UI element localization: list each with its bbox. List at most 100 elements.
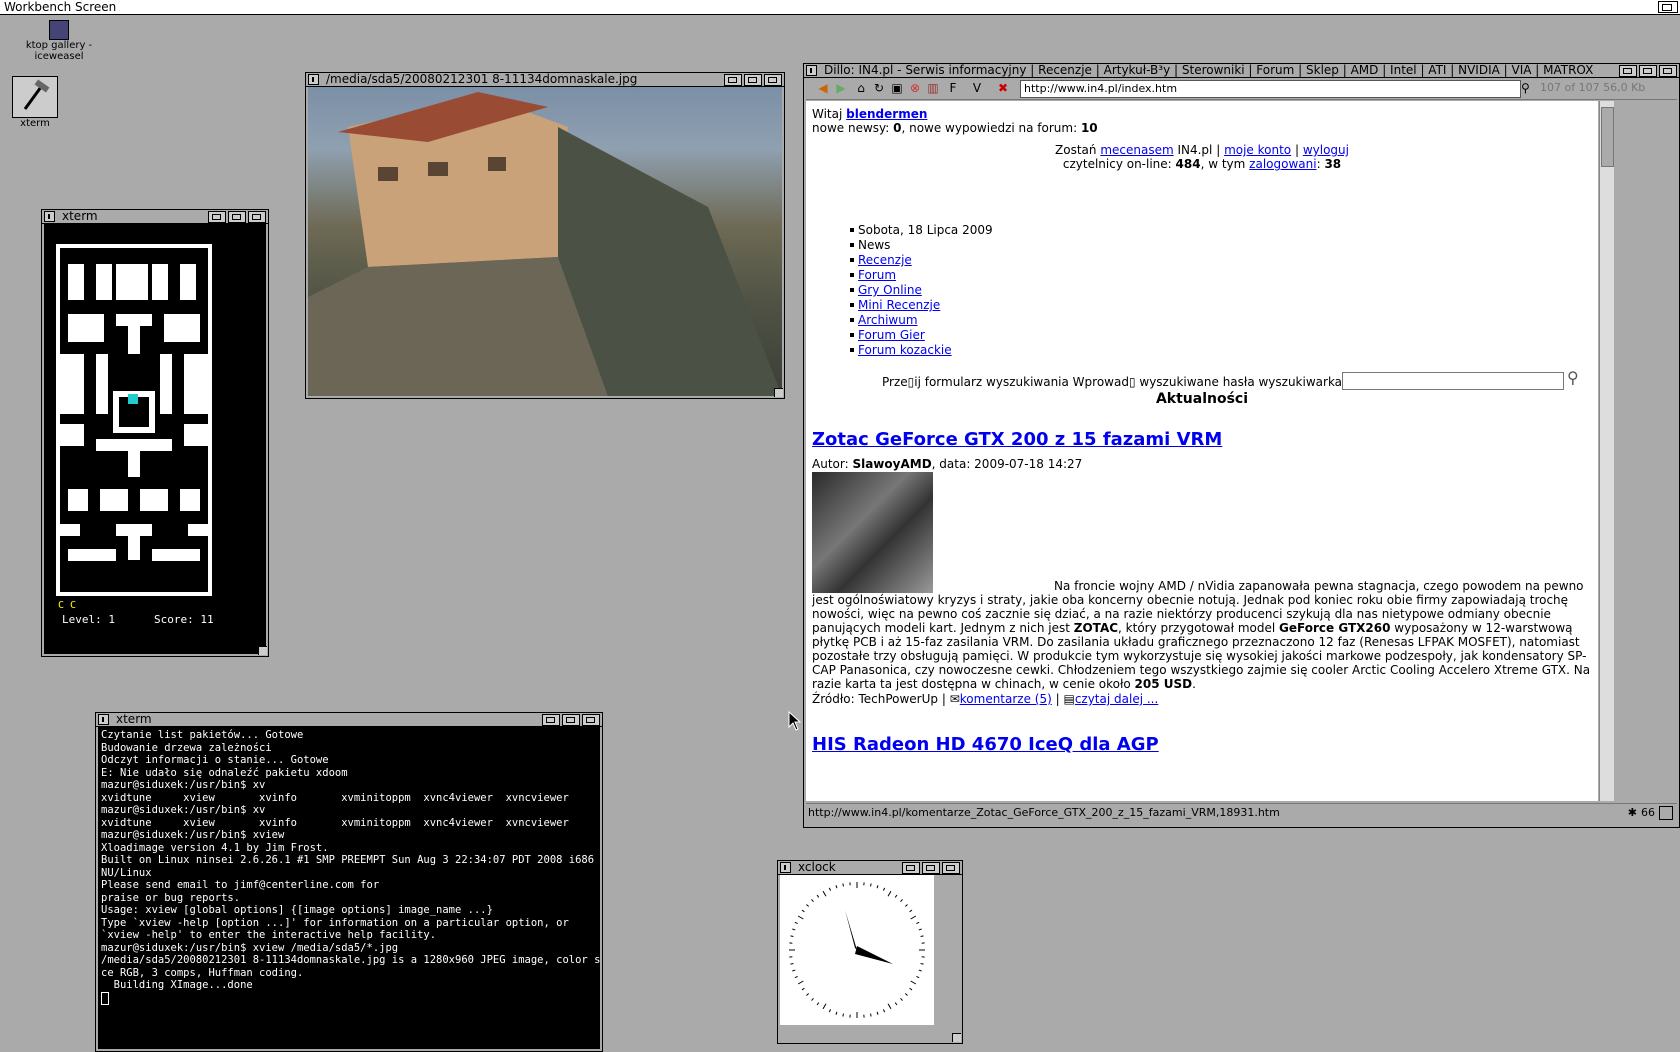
iconify-button[interactable] xyxy=(902,862,920,874)
next-article-title[interactable]: HIS Radeon HD 4670 IceQ dla AGP xyxy=(812,734,1592,756)
nav-item-label[interactable]: Forum kozackie xyxy=(858,343,952,357)
zoom-button[interactable] xyxy=(922,862,940,874)
screen-title-bar[interactable]: Workbench Screen xyxy=(0,0,1680,15)
nav-item[interactable]: Forum Gier xyxy=(850,328,1592,343)
zoom-button[interactable] xyxy=(1639,65,1657,77)
resize-handle[interactable] xyxy=(774,388,783,397)
home-icon[interactable]: ⌂ xyxy=(854,81,868,95)
find-button[interactable]: F xyxy=(946,81,960,95)
terminal-output[interactable]: Czytanie list pakietów... GotoweBudowani… xyxy=(98,727,600,1049)
desktop-icon-iceweasel[interactable]: ktop gallery - iceweasel xyxy=(0,20,118,62)
web-page[interactable]: Witaj blendermen nowe newsy: 0, nowe wyp… xyxy=(806,101,1598,801)
nav-item-label[interactable]: Recenzje xyxy=(858,253,912,267)
terminal-line: Budowanie drzewa zależności xyxy=(101,742,597,755)
article-date: , data: 2009-07-18 14:27 xyxy=(932,457,1083,471)
article-title[interactable]: Zotac GeForce GTX 200 z 15 fazami VRM xyxy=(812,429,1592,451)
window-titlebar[interactable]: xterm xyxy=(96,713,602,727)
window-titlebar[interactable]: Dillo: IN4.pl - Serwis informacyjny | Re… xyxy=(804,64,1679,78)
site-search-input[interactable] xyxy=(1342,372,1564,390)
xclock-window[interactable]: xclock xyxy=(777,860,963,1044)
iconify-button[interactable] xyxy=(542,714,560,726)
logged-link[interactable]: zalogowani xyxy=(1249,157,1316,171)
nav-item[interactable]: Recenzje xyxy=(850,253,1592,268)
nav-item[interactable]: Forum xyxy=(850,268,1592,283)
clock-tick xyxy=(895,1003,897,1005)
clock-tick xyxy=(888,891,891,896)
window-titlebar[interactable]: /media/sda5/20080212301 8-11134domnaskal… xyxy=(306,73,784,87)
nav-item-label[interactable]: Forum xyxy=(858,268,896,282)
forward-icon[interactable]: ▶ xyxy=(834,81,848,95)
search-icon[interactable]: ⚲ xyxy=(1567,371,1579,385)
lives-indicator: C C xyxy=(58,600,76,611)
iconify-button[interactable] xyxy=(208,211,226,223)
pacman-xterm-window[interactable]: xterm xyxy=(41,209,269,657)
nav-item-label[interactable]: Gry Online xyxy=(858,283,922,297)
comments-link[interactable]: komentarze (5) xyxy=(960,692,1052,706)
logout-link[interactable]: wyloguj xyxy=(1303,143,1349,157)
terminal-xterm-window[interactable]: xterm Czytanie list pakietów... GotoweBu… xyxy=(95,712,603,1052)
zoom-button[interactable] xyxy=(562,714,580,726)
clear-url-icon[interactable]: ✖ xyxy=(996,81,1010,95)
clock-tick xyxy=(817,895,819,897)
username-link[interactable]: blendermen xyxy=(846,107,927,121)
bug-meter-icon[interactable]: ✱ xyxy=(1628,804,1637,822)
iconify-button[interactable] xyxy=(724,74,742,86)
window-titlebar[interactable]: xterm xyxy=(42,210,268,224)
close-icon[interactable] xyxy=(98,714,109,725)
close-icon[interactable] xyxy=(44,211,55,222)
nav-item-label[interactable]: Forum Gier xyxy=(858,328,925,342)
article-title-link[interactable]: Zotac GeForce GTX 200 z 15 fazami VRM xyxy=(812,429,1222,450)
resize-handle[interactable] xyxy=(258,646,267,655)
close-icon[interactable] xyxy=(308,74,319,85)
search-icon[interactable]: ⚲ xyxy=(1521,81,1536,95)
clock-tick xyxy=(823,1004,826,1009)
view-button[interactable]: V xyxy=(970,81,984,95)
screen-depth-button[interactable] xyxy=(1658,1,1678,13)
clock-tick xyxy=(900,899,902,901)
nav-item[interactable]: Forum kozackie xyxy=(850,343,1592,358)
patron-suffix: IN4.pl | xyxy=(1174,143,1224,157)
window-titlebar[interactable]: xclock xyxy=(778,861,962,875)
back-icon[interactable]: ◀ xyxy=(816,81,830,95)
nav-item[interactable]: Gry Online xyxy=(850,283,1592,298)
resize-handle[interactable] xyxy=(952,1033,961,1042)
close-icon[interactable] xyxy=(780,862,791,873)
window-title: xterm xyxy=(62,210,98,223)
terminal-line: praise or bug reports. xyxy=(101,892,597,905)
dillo-browser-window[interactable]: Dillo: IN4.pl - Serwis informacyjny | Re… xyxy=(803,63,1680,828)
depth-button[interactable] xyxy=(248,211,266,223)
depth-button[interactable] xyxy=(764,74,782,86)
depth-button[interactable] xyxy=(582,714,600,726)
fullscreen-toggle-icon[interactable] xyxy=(1659,806,1673,820)
nav-item[interactable]: Archiwum xyxy=(850,313,1592,328)
clock-tick xyxy=(798,916,803,919)
nav-item[interactable]: Mini Recenzje xyxy=(850,298,1592,313)
vertical-scrollbar[interactable] xyxy=(1599,101,1614,801)
pacman-game[interactable]: C C Level: 1 Score: 11 xyxy=(44,224,266,654)
scrollbar-thumb[interactable] xyxy=(1601,107,1614,167)
next-article-link[interactable]: HIS Radeon HD 4670 IceQ dla AGP xyxy=(812,734,1159,755)
article-author: SlawoyAMD xyxy=(852,457,931,471)
bookmarks-icon[interactable]: ▥ xyxy=(926,81,940,95)
account-link[interactable]: moje konto xyxy=(1224,143,1291,157)
desktop-icon-xterm[interactable]: xterm xyxy=(10,76,60,129)
clock-tick xyxy=(919,929,922,930)
depth-button[interactable] xyxy=(1659,65,1677,77)
reload-icon[interactable]: ↻ xyxy=(872,81,886,95)
zoom-button[interactable] xyxy=(228,211,246,223)
iconify-button[interactable] xyxy=(1619,65,1637,77)
clock-tick xyxy=(843,883,844,886)
stop-icon[interactable]: ⊗ xyxy=(908,81,922,95)
patron-link[interactable]: mecenasem xyxy=(1100,143,1173,157)
url-input[interactable]: http://www.in4.pl/index.htm xyxy=(1020,80,1521,98)
zoom-button[interactable] xyxy=(744,74,762,86)
clock-tick xyxy=(802,988,804,990)
nav-item-label[interactable]: Archiwum xyxy=(858,313,918,327)
image-viewer-window[interactable]: /media/sda5/20080212301 8-11134domnaskal… xyxy=(305,72,785,399)
depth-button[interactable] xyxy=(942,862,960,874)
close-icon[interactable] xyxy=(806,65,817,76)
save-icon[interactable]: ▣ xyxy=(890,81,904,95)
read-more-link[interactable]: czytaj dalej ... xyxy=(1075,692,1158,706)
status-bar: http://www.in4.pl/komentarze_Zotac_GeFor… xyxy=(806,803,1677,822)
nav-item-label[interactable]: Mini Recenzje xyxy=(858,298,940,312)
